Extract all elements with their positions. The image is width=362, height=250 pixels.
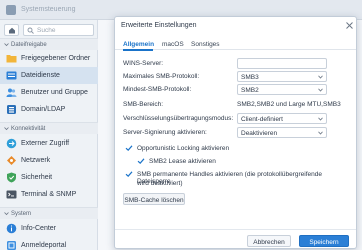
sidebar-item-info-center[interactable]: Info-Center	[0, 220, 98, 237]
sidebar-item-label: Sicherheit	[21, 174, 53, 181]
chevron-down-icon	[4, 127, 9, 131]
max-smb-value: SMB3	[241, 74, 259, 81]
section-file-sharing[interactable]: Dateifreigabe	[0, 38, 98, 50]
sidebar: Dateifreigabe Freigegebener Ordner Datei…	[0, 20, 98, 250]
section-label: Konnektivität	[11, 126, 46, 132]
sidebar-item-label: Externer Zugriff	[21, 140, 70, 147]
wins-server-label: WINS-Server:	[123, 60, 164, 67]
active-tab-indicator	[123, 49, 153, 51]
lease-checkbox[interactable]	[137, 157, 145, 165]
durable-handles-label-line2: wird deaktiviert)	[137, 180, 183, 187]
section-connectivity[interactable]: Konnektivität	[0, 122, 98, 134]
save-button[interactable]: Speichern	[299, 235, 349, 247]
sidebar-item-domain[interactable]: Domain/LDAP	[0, 101, 98, 118]
signing-select[interactable]: Deaktivieren	[237, 127, 327, 138]
file-services-icon	[6, 71, 17, 80]
shield-icon	[7, 172, 16, 183]
sidebar-item-label: Terminal & SNMP	[21, 191, 77, 198]
signing-row: Server-Signierung aktivieren: Deaktivier…	[123, 127, 351, 138]
shared-folder-icon	[6, 55, 17, 63]
sidebar-item-label: Dateidienste	[21, 72, 60, 79]
sidebar-item-network[interactable]: Netzwerk	[0, 152, 98, 169]
wins-server-input[interactable]	[237, 58, 327, 69]
sidebar-item-file-services[interactable]: Dateidienste	[0, 67, 98, 84]
dialog-title: Erweiterte Einstellungen	[121, 22, 197, 29]
oplock-checkbox[interactable]	[125, 144, 133, 152]
sidebar-item-security[interactable]: Sicherheit	[0, 169, 98, 186]
network-icon	[7, 156, 16, 165]
sidebar-item-label: Benutzer und Gruppe	[21, 89, 88, 96]
section-system[interactable]: System	[0, 207, 98, 219]
signing-value: Deaktivieren	[241, 130, 278, 137]
home-icon	[9, 27, 15, 34]
encryption-row: Verschlüsselungsübertragungsmodus: Clien…	[123, 113, 351, 124]
sidebar-item-label: Freigegebener Ordner	[21, 55, 91, 62]
max-smb-select[interactable]: SMB3	[237, 71, 327, 82]
home-button[interactable]	[4, 24, 19, 36]
search-box[interactable]	[23, 24, 94, 36]
durable-handles-checkbox[interactable]	[125, 170, 133, 178]
encryption-select[interactable]: Client-definiert	[237, 113, 327, 124]
lease-label: SMB2 Lease aktivieren	[149, 158, 216, 165]
dialog-footer: Abbrechen Speichern	[115, 229, 356, 249]
save-button-label: Speichern	[309, 238, 339, 246]
sidebar-item-login-portal[interactable]: Anmeldeportal	[0, 237, 98, 250]
users-icon	[6, 88, 17, 97]
external-access-icon	[6, 138, 17, 149]
advanced-settings-dialog: Erweiterte Einstellungen Allgemein macOS…	[114, 16, 357, 249]
sidebar-item-label: Netzwerk	[21, 157, 51, 164]
login-portal-icon	[7, 241, 16, 250]
window-title: Systemsteuerung	[21, 6, 76, 13]
sidebar-item-external-access[interactable]: Externer Zugriff	[0, 135, 98, 152]
min-smb-select[interactable]: SMB2	[237, 84, 327, 95]
signing-label: Server-Signierung aktivieren:	[123, 129, 207, 136]
tab-other[interactable]: Sonstiges	[191, 41, 220, 48]
terminal-icon	[6, 190, 17, 199]
max-smb-label: Maximales SMB-Protokoll:	[123, 73, 200, 80]
sidebar-item-shared-folder[interactable]: Freigegebener Ordner	[0, 50, 98, 67]
oplock-label: Opportunistic Locking aktivieren	[137, 145, 230, 152]
encryption-label: Verschlüsselungsübertragungsmodus:	[123, 115, 234, 122]
close-icon[interactable]	[345, 21, 354, 30]
smb-range-row: SMB-Bereich: SMB2,SMB2 und Large MTU,SMB…	[123, 99, 351, 110]
encryption-value: Client-definiert	[241, 116, 283, 123]
control-panel-icon	[6, 5, 16, 15]
min-smb-label: Mindest-SMB-Protokoll:	[123, 86, 192, 93]
search-icon	[27, 27, 34, 34]
sidebar-item-label: Domain/LDAP	[21, 106, 66, 113]
domain-icon	[7, 105, 16, 114]
section-label: System	[11, 211, 32, 217]
search-input[interactable]	[37, 26, 91, 35]
min-smb-row: Mindest-SMB-Protokoll: SMB2	[123, 84, 351, 95]
max-smb-row: Maximales SMB-Protokoll: SMB3	[123, 71, 351, 82]
chevron-down-icon	[4, 43, 9, 47]
chevron-down-icon	[318, 88, 323, 92]
chevron-down-icon	[4, 212, 9, 216]
cancel-button-label: Abbrechen	[253, 238, 285, 246]
clear-smb-cache-button[interactable]: SMB-Cache löschen	[123, 193, 185, 205]
smb-range-value: SMB2,SMB2 und Large MTU,SMB3	[237, 101, 341, 108]
section-label: Dateifreigabe	[11, 42, 47, 48]
tab-general[interactable]: Allgemein	[123, 41, 154, 48]
clear-smb-cache-label: SMB-Cache löschen	[124, 196, 184, 204]
wins-server-row: WINS-Server:	[123, 58, 351, 69]
chevron-down-icon	[318, 75, 323, 79]
sidebar-item-label: Anmeldeportal	[21, 242, 67, 249]
smb-range-label: SMB-Bereich:	[123, 101, 164, 108]
tab-macos[interactable]: macOS	[162, 41, 184, 48]
info-icon	[6, 223, 17, 234]
min-smb-value: SMB2	[241, 87, 259, 94]
tab-bar: Allgemein macOS Sonstiges	[115, 38, 356, 51]
sidebar-item-users[interactable]: Benutzer und Gruppe	[0, 84, 98, 101]
chevron-down-icon	[318, 117, 323, 121]
sidebar-item-label: Info-Center	[21, 225, 57, 232]
chevron-down-icon	[318, 131, 323, 135]
sidebar-item-terminal[interactable]: Terminal & SNMP	[0, 186, 98, 203]
cancel-button[interactable]: Abbrechen	[247, 235, 291, 247]
